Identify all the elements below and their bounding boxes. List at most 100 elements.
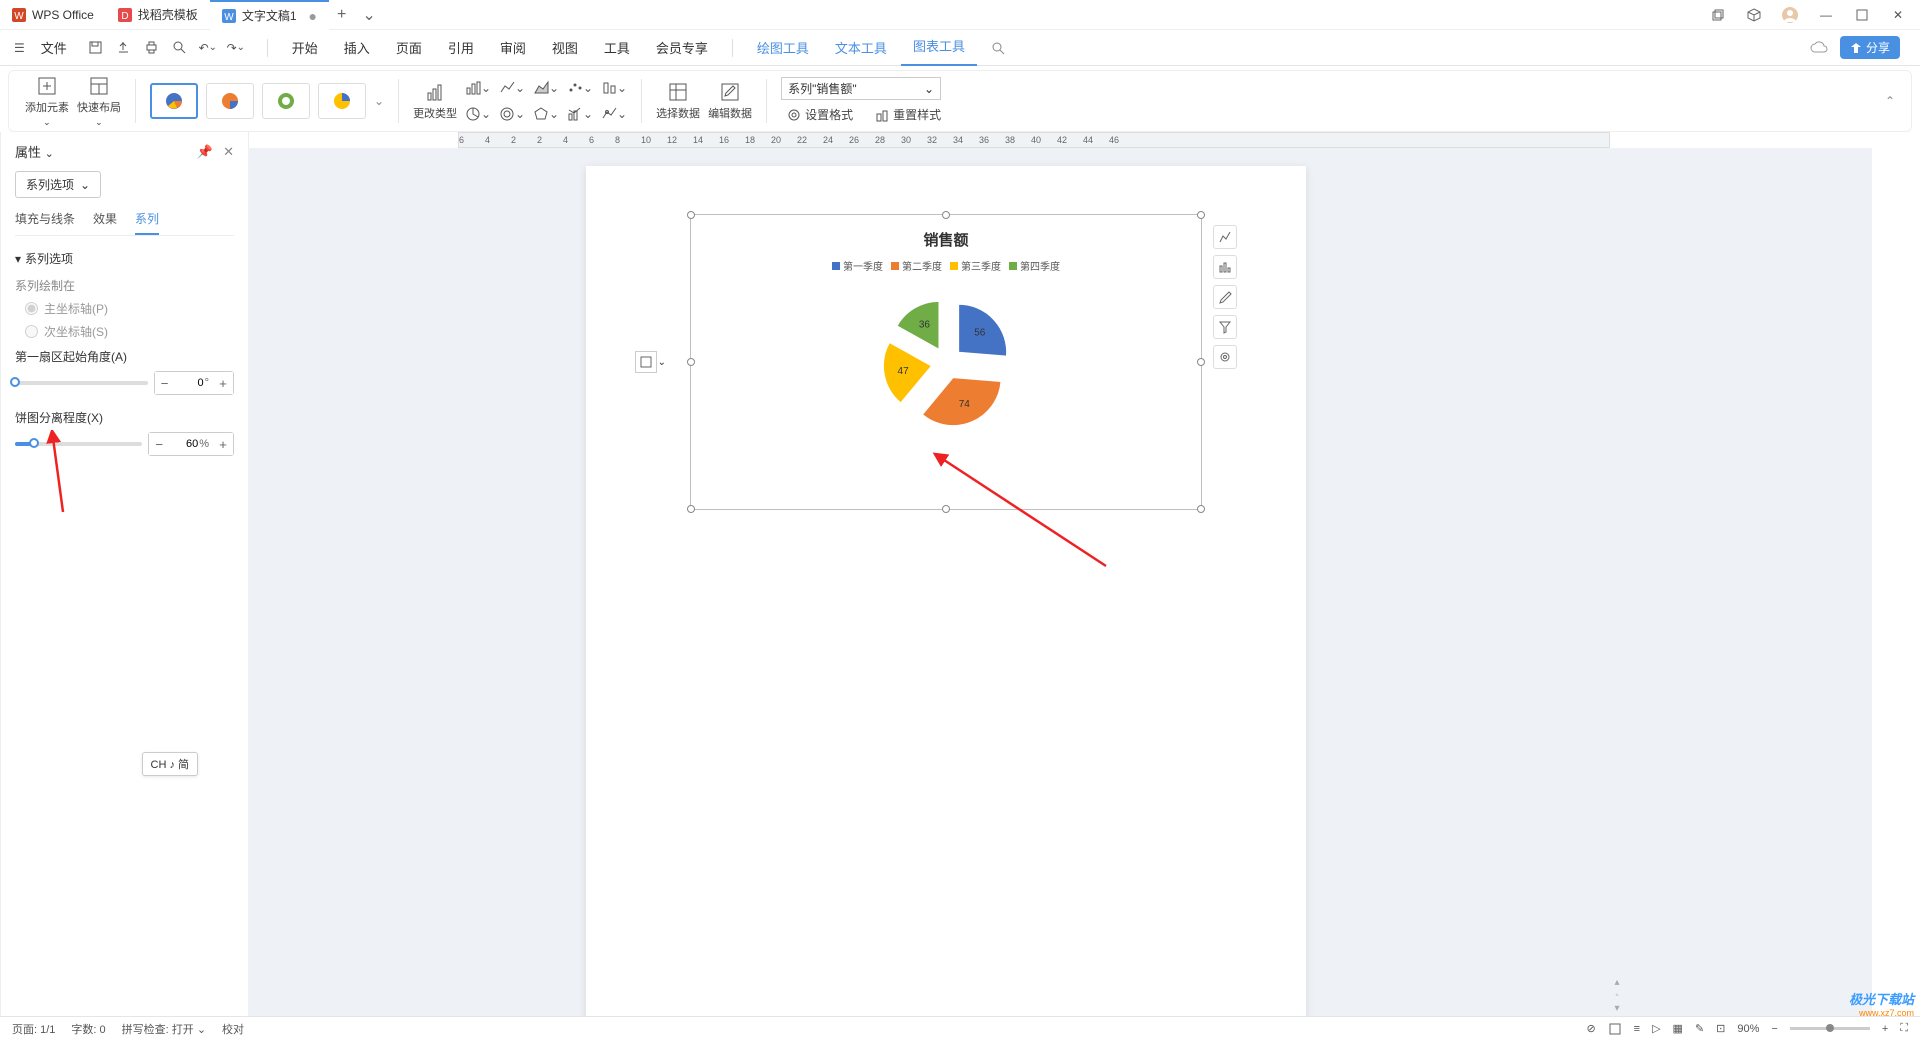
- chart-legend[interactable]: 第一季度第二季度第三季度第四季度: [691, 250, 1201, 273]
- edit-data-button[interactable]: 编辑数据: [708, 81, 752, 121]
- zoom-fit-icon[interactable]: ⊡: [1716, 1022, 1725, 1035]
- resize-handle[interactable]: [942, 505, 950, 513]
- angle-value[interactable]: [175, 377, 205, 389]
- chart-filter-icon[interactable]: [1213, 315, 1237, 339]
- tab-series[interactable]: 系列: [135, 210, 159, 235]
- menu-reference[interactable]: 引用: [436, 38, 486, 57]
- zoom-out-button[interactable]: −: [1771, 1023, 1777, 1035]
- resize-handle[interactable]: [1197, 211, 1205, 219]
- area-chart-icon[interactable]: ⌄: [533, 77, 559, 99]
- menu-start[interactable]: 开始: [280, 38, 330, 57]
- tab-effect[interactable]: 效果: [93, 210, 117, 235]
- pie-chart-icon[interactable]: ⌄: [465, 103, 491, 125]
- menu-drawing-tools[interactable]: 绘图工具: [745, 38, 821, 57]
- resize-handle[interactable]: [687, 505, 695, 513]
- pin-icon[interactable]: 📌: [197, 144, 213, 160]
- resize-handle[interactable]: [942, 211, 950, 219]
- increment-button[interactable]: +: [213, 433, 233, 455]
- status-proofing[interactable]: 校对: [222, 1021, 244, 1037]
- series-options-dropdown[interactable]: 系列选项⌄: [15, 171, 101, 198]
- radar-chart-icon[interactable]: ⌄: [533, 103, 559, 125]
- tab-template[interactable]: D 找稻壳模板: [106, 0, 210, 30]
- highlight-icon[interactable]: ✎: [1695, 1022, 1704, 1035]
- decrement-button[interactable]: −: [155, 372, 175, 394]
- undo-icon[interactable]: ↶⌄: [199, 39, 217, 57]
- explosion-value[interactable]: [169, 438, 199, 450]
- ime-badge[interactable]: CH ♪ 简: [142, 752, 199, 776]
- export-icon[interactable]: [115, 39, 133, 57]
- cloud-icon[interactable]: [1810, 41, 1828, 55]
- menu-insert[interactable]: 插入: [332, 38, 382, 57]
- share-button[interactable]: 分享: [1840, 36, 1900, 59]
- menu-tools[interactable]: 工具: [592, 38, 642, 57]
- menu-burger-icon[interactable]: ☰: [8, 41, 31, 55]
- notification-icon[interactable]: ⊘: [1586, 1022, 1595, 1035]
- scatter-chart-icon[interactable]: ⌄: [567, 77, 593, 99]
- status-page[interactable]: 页面: 1/1: [12, 1021, 55, 1037]
- resize-handle[interactable]: [1197, 505, 1205, 513]
- quick-layout-button[interactable]: 快速布局⌄: [77, 75, 121, 128]
- menu-page[interactable]: 页面: [384, 38, 434, 57]
- zoom-slider[interactable]: [1790, 1027, 1870, 1030]
- chart-title[interactable]: 销售额: [691, 215, 1201, 250]
- view-web-icon[interactable]: ▦: [1673, 1022, 1683, 1035]
- minimize-button[interactable]: —: [1816, 5, 1836, 25]
- primary-axis-radio[interactable]: 主坐标轴(P): [15, 300, 234, 317]
- redo-icon[interactable]: ↷⌄: [227, 39, 245, 57]
- more-chart-icon[interactable]: ⌄: [601, 103, 627, 125]
- chart-styles-icon[interactable]: [1213, 255, 1237, 279]
- menu-chart-tools[interactable]: 图表工具: [901, 30, 977, 66]
- tab-fill[interactable]: 填充与线条: [15, 210, 75, 235]
- close-button[interactable]: ✕: [1888, 5, 1908, 25]
- decrement-button[interactable]: −: [149, 433, 169, 455]
- maximize-button[interactable]: [1852, 5, 1872, 25]
- save-icon[interactable]: [87, 39, 105, 57]
- line-chart-icon[interactable]: ⌄: [499, 77, 525, 99]
- preview-icon[interactable]: [171, 39, 189, 57]
- add-element-button[interactable]: 添加元素⌄: [25, 75, 69, 128]
- multi-window-icon[interactable]: [1708, 5, 1728, 25]
- layout-options-icon[interactable]: ⌄: [635, 351, 657, 373]
- vertical-scrollbar[interactable]: ▴◦▾: [1610, 154, 1624, 1014]
- file-menu[interactable]: 文件: [33, 38, 75, 57]
- style-dropdown-icon[interactable]: ⌄: [374, 94, 384, 108]
- zoom-in-button[interactable]: +: [1882, 1023, 1888, 1035]
- tab-wps-office[interactable]: W WPS Office: [0, 0, 106, 30]
- fullscreen-icon[interactable]: ⛶: [1900, 1022, 1908, 1035]
- menu-view[interactable]: 视图: [540, 38, 590, 57]
- avatar-icon[interactable]: [1780, 5, 1800, 25]
- series-selector[interactable]: 系列"销售额"⌄: [781, 77, 941, 100]
- angle-slider[interactable]: [15, 381, 148, 385]
- cube-icon[interactable]: [1744, 5, 1764, 25]
- tab-document[interactable]: W 文字文稿1 ●: [210, 0, 329, 30]
- canvas-area[interactable]: 销售额 第一季度第二季度第三季度第四季度 56744736 ⌄: [20, 148, 1872, 1016]
- print-icon[interactable]: [143, 39, 161, 57]
- collapse-ribbon-icon[interactable]: ⌃: [1879, 94, 1901, 108]
- view-page-icon[interactable]: [1608, 1022, 1622, 1036]
- chart-style-4[interactable]: [318, 83, 366, 119]
- chart-style-1[interactable]: [150, 83, 198, 119]
- new-tab-button[interactable]: +: [329, 6, 354, 24]
- tab-menu-button[interactable]: ⌄: [354, 5, 383, 25]
- menu-text-tools[interactable]: 文本工具: [823, 38, 899, 57]
- menu-member[interactable]: 会员专享: [644, 38, 720, 57]
- chart-plot[interactable]: 56744736: [691, 273, 1201, 473]
- explosion-input[interactable]: − % +: [148, 432, 234, 456]
- bar-chart-icon[interactable]: ⌄: [465, 77, 491, 99]
- close-icon[interactable]: ●: [309, 8, 317, 24]
- chart-object[interactable]: 销售额 第一季度第二季度第三季度第四季度 56744736 ⌄: [690, 214, 1202, 510]
- zoom-value[interactable]: 90%: [1737, 1023, 1759, 1035]
- status-words[interactable]: 字数: 0: [71, 1021, 105, 1037]
- chart-edit-icon[interactable]: [1213, 285, 1237, 309]
- chart-style-3[interactable]: [262, 83, 310, 119]
- increment-button[interactable]: +: [213, 372, 233, 394]
- angle-input[interactable]: − ° +: [154, 371, 234, 395]
- set-format-button[interactable]: 设置格式: [781, 104, 859, 125]
- change-type-button[interactable]: 更改类型: [413, 81, 457, 121]
- stock-chart-icon[interactable]: ⌄: [601, 77, 627, 99]
- combo-chart-icon[interactable]: ⌄: [567, 103, 593, 125]
- explosion-slider[interactable]: [15, 442, 142, 446]
- search-icon[interactable]: [979, 41, 1017, 55]
- reset-style-button[interactable]: 重置样式: [869, 104, 947, 125]
- secondary-axis-radio[interactable]: 次坐标轴(S): [15, 323, 234, 340]
